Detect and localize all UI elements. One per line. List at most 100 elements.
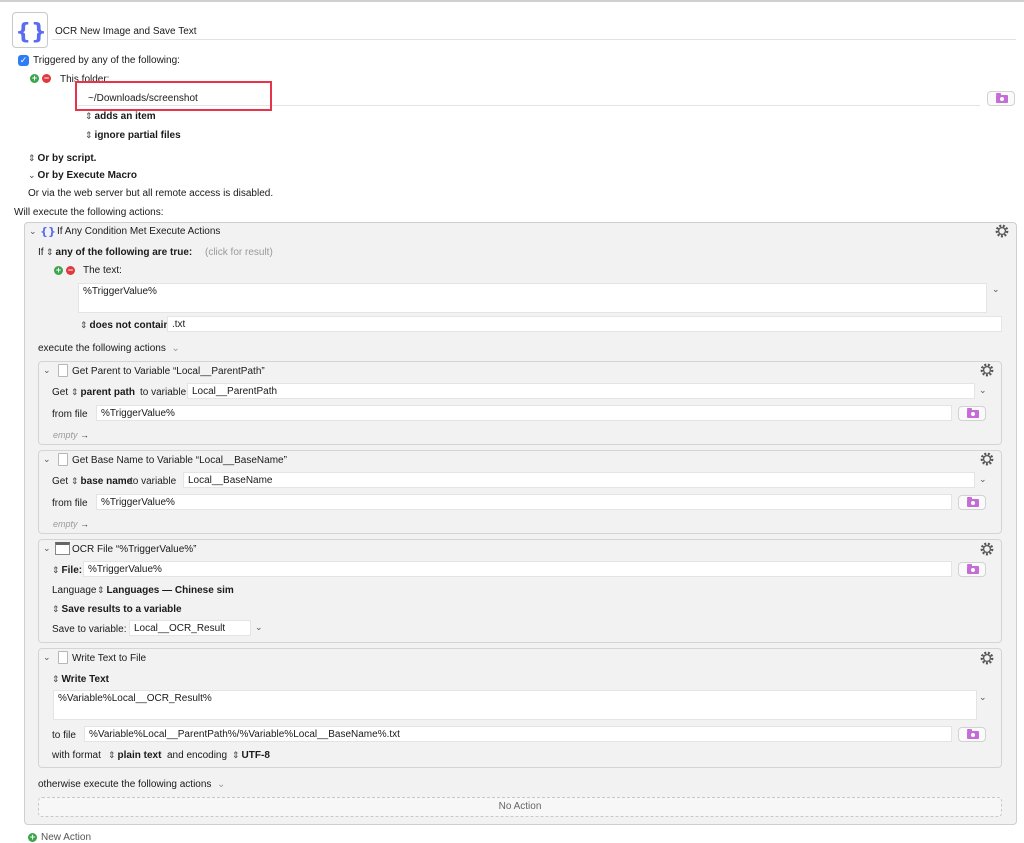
ocr-file-popup[interactable]: ⇕ File: — [52, 565, 82, 576]
updown-icon: ⇕ — [232, 750, 240, 760]
save-results-popup[interactable]: ⇕ Save results to a variable — [52, 604, 182, 615]
updown-icon: ⇕ — [80, 320, 88, 330]
new-action-button[interactable]: New Action — [41, 832, 91, 843]
get-basename-title[interactable]: Get Base Name to Variable “Local__BaseNa… — [72, 455, 287, 466]
document-icon — [58, 364, 68, 377]
gear-icon[interactable] — [994, 223, 1010, 239]
language-label: Language — [52, 585, 97, 596]
collapse-chevron-icon[interactable]: ⌄ — [43, 543, 51, 554]
if-action-title[interactable]: If Any Condition Met Execute Actions — [57, 226, 220, 237]
collapse-chevron-icon[interactable]: ⌄ — [43, 454, 51, 465]
variable-dropdown-icon[interactable]: ⌄ — [255, 622, 263, 633]
folder-picker-button[interactable] — [958, 562, 986, 577]
add-trigger-icon[interactable]: + — [30, 74, 39, 83]
svg-text:{}: {} — [41, 225, 55, 238]
empty-next-link[interactable]: empty → — [53, 430, 89, 440]
write-text-field[interactable]: %Variable%Local__OCR_Result% — [53, 690, 977, 720]
folder-icon — [996, 93, 1008, 103]
text-condition-label: The text: — [83, 265, 122, 276]
svg-text:{}: {} — [15, 20, 46, 45]
gear-icon[interactable] — [979, 362, 995, 378]
condition-text-field[interactable]: %TriggerValue% — [78, 283, 987, 313]
folder-path-highlight — [75, 81, 272, 111]
folder-picker-button[interactable] — [958, 406, 986, 421]
collapse-chevron-icon[interactable]: ⌄ — [43, 365, 51, 376]
to-file-label: to file — [52, 730, 76, 741]
updown-icon: ⇕ — [52, 565, 60, 575]
ocr-title[interactable]: OCR File “%TriggerValue%” — [72, 544, 196, 555]
click-for-result-link[interactable]: (click for result) — [205, 247, 273, 258]
triggered-label: Triggered by any of the following: — [33, 55, 180, 66]
get-label: Get — [52, 476, 69, 487]
variable-dropdown-icon[interactable]: ⌄ — [979, 385, 987, 396]
folder-icon — [967, 729, 979, 739]
chevron-down-icon: ⌄ — [211, 779, 226, 790]
ocr-file-field[interactable]: %TriggerValue% — [83, 561, 952, 577]
does-not-contain-popup[interactable]: ⇕ does not contain — [80, 320, 170, 331]
write-text-popup[interactable]: ⇕ Write Text — [52, 674, 109, 685]
save-to-variable-label: Save to variable: — [52, 624, 127, 635]
updown-icon: ⇕ — [46, 247, 54, 257]
gear-icon[interactable] — [979, 451, 995, 467]
from-file-label: from file — [52, 409, 88, 420]
triggered-checkbox[interactable]: ✓ — [18, 55, 29, 66]
adds-item-popup[interactable]: ⇕ adds an item — [85, 111, 156, 122]
parent-file-field[interactable]: %TriggerValue% — [96, 405, 952, 421]
gear-icon[interactable] — [979, 650, 995, 666]
parent-variable-field[interactable]: Local__ParentPath — [187, 383, 975, 399]
encoding-label: and encoding — [167, 750, 228, 761]
save-to-variable-field[interactable]: Local__OCR_Result — [129, 620, 251, 636]
folder-icon — [967, 497, 979, 507]
get-parent-title[interactable]: Get Parent to Variable “Local__ParentPat… — [72, 366, 265, 377]
text-field-dropdown-icon[interactable]: ⌄ — [979, 692, 987, 703]
condition-mode-popup[interactable]: ⇕ any of the following are true: — [46, 247, 192, 258]
no-action-placeholder[interactable]: No Action — [38, 797, 1002, 817]
new-action-plus-icon[interactable]: + — [28, 833, 37, 842]
to-variable-label: to variable — [130, 476, 177, 487]
folder-picker-button[interactable] — [958, 495, 986, 510]
language-popup[interactable]: ⇕ Languages — Chinese sim — [97, 585, 234, 596]
updown-icon: ⇕ — [108, 750, 116, 760]
if-action-icon: {} — [40, 224, 56, 241]
updown-icon: ⇕ — [71, 387, 79, 397]
updown-icon: ⇕ — [52, 604, 60, 614]
base-name-popup[interactable]: ⇕ base name — [71, 476, 132, 487]
folder-icon — [967, 408, 979, 418]
collapse-chevron-icon[interactable]: ⌄ — [29, 226, 37, 237]
updown-icon: ⇕ — [71, 476, 79, 486]
remove-condition-icon[interactable]: − — [66, 266, 75, 275]
macro-icon[interactable]: {} — [12, 12, 48, 48]
encoding-popup[interactable]: ⇕ UTF-8 — [232, 750, 270, 761]
format-popup[interactable]: ⇕ plain text — [108, 750, 161, 761]
to-file-field[interactable]: %Variable%Local__ParentPath%/%Variable%L… — [84, 726, 952, 742]
parent-path-popup[interactable]: ⇕ parent path — [71, 387, 135, 398]
otherwise-actions-label[interactable]: otherwise execute the following actions … — [38, 779, 225, 790]
collapse-chevron-icon[interactable]: ⌄ — [43, 652, 51, 663]
updown-icon: ⇕ — [85, 130, 93, 140]
document-icon — [58, 453, 68, 466]
basename-variable-field[interactable]: Local__BaseName — [183, 472, 975, 488]
if-label: If — [38, 247, 44, 258]
remove-trigger-icon[interactable]: − — [42, 74, 51, 83]
folder-picker-button[interactable] — [958, 727, 986, 742]
text-field-dropdown-icon[interactable]: ⌄ — [992, 284, 1000, 295]
empty-next-link[interactable]: empty → — [53, 519, 89, 529]
write-text-title[interactable]: Write Text to File — [72, 653, 146, 664]
gear-icon[interactable] — [979, 541, 995, 557]
from-file-label: from file — [52, 498, 88, 509]
chevron-down-icon: ⌄ — [165, 343, 180, 354]
folder-picker-button[interactable] — [987, 91, 1015, 106]
macro-title-field[interactable]: OCR New Image and Save Text — [52, 24, 1016, 40]
or-by-execute-disclosure[interactable]: ⌄ Or by Execute Macro — [28, 170, 137, 181]
contain-value-field[interactable]: .txt — [167, 316, 1002, 332]
updown-icon: ⇕ — [28, 153, 36, 163]
updown-icon: ⇕ — [85, 111, 93, 121]
or-by-script-popup[interactable]: ⇕ Or by script. — [28, 153, 96, 164]
ocr-window-icon — [55, 542, 70, 555]
execute-actions-label[interactable]: execute the following actions ⌄ — [38, 343, 180, 354]
variable-dropdown-icon[interactable]: ⌄ — [979, 474, 987, 485]
basename-file-field[interactable]: %TriggerValue% — [96, 494, 952, 510]
add-condition-icon[interactable]: + — [54, 266, 63, 275]
with-format-label: with format — [52, 750, 101, 761]
ignore-partial-popup[interactable]: ⇕ ignore partial files — [85, 130, 181, 141]
